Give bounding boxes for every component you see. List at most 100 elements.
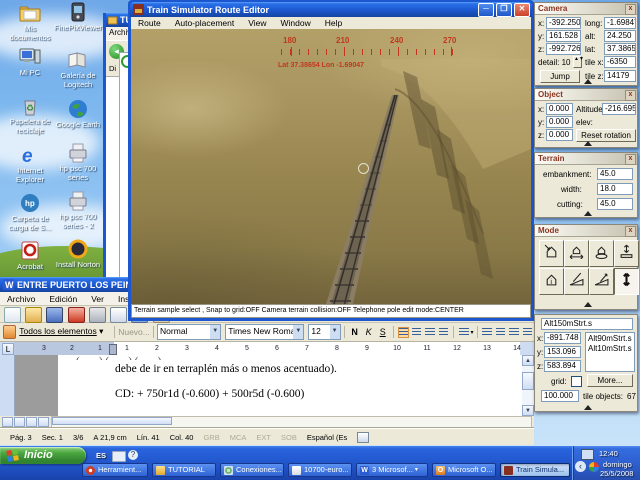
print-view-button[interactable]	[26, 417, 37, 427]
embankment-field[interactable]: 45.0	[597, 168, 633, 180]
grid-checkbox[interactable]	[571, 376, 582, 387]
decrease-indent-button[interactable]	[509, 328, 518, 337]
mode-object-info-button[interactable]: i	[539, 268, 564, 295]
task-10700-euro[interactable]: 10700-euro...	[288, 463, 352, 477]
close-button[interactable]: ✕	[514, 3, 530, 17]
object-x-field[interactable]: 0.000	[546, 103, 573, 115]
mode-place-object-button[interactable]	[539, 240, 564, 267]
increase-indent-button[interactable]	[523, 328, 532, 337]
minimize-button[interactable]: ─	[478, 3, 494, 17]
open-icon[interactable]	[25, 307, 42, 323]
panel-collapse-arrow[interactable]	[584, 405, 592, 410]
menu-archivo[interactable]: Archivo	[0, 292, 42, 305]
language-indicator[interactable]: ES	[96, 451, 106, 460]
scroll-down-arrow[interactable]: ▼	[522, 405, 534, 416]
placement-z-field[interactable]: 583.894	[544, 360, 581, 372]
placement-y-field[interactable]: 153.096	[544, 346, 581, 358]
detail-spinner[interactable]: ▲▼	[573, 56, 582, 68]
close-icon[interactable]: x	[625, 4, 636, 15]
placement-x-field[interactable]: -891.748	[544, 332, 581, 344]
horizontal-scrollbar[interactable]	[51, 416, 532, 428]
underline-button[interactable]: S	[376, 325, 390, 339]
tab-selector[interactable]: L	[2, 343, 14, 355]
panel-collapse-arrow[interactable]	[584, 141, 592, 146]
camera-alt-field[interactable]: 24.250	[604, 30, 636, 42]
camera-lat-field[interactable]: 37.3865	[604, 43, 636, 55]
desktop-icon-hp-psc-2[interactable]: hp psc 700 series - 2	[52, 190, 104, 230]
task-train-simulator[interactable]: Train Simula...	[500, 463, 570, 477]
camera-y-field[interactable]: 161.528	[546, 30, 581, 42]
close-icon[interactable]: x	[625, 90, 636, 101]
web-view-button[interactable]	[14, 417, 25, 427]
indent-marker[interactable]	[109, 344, 117, 355]
menu-view[interactable]: View	[241, 17, 273, 29]
desktop-icon-galeria-logitech[interactable]: Galería de Logitech	[52, 49, 104, 89]
scroll-up-arrow[interactable]: ▲	[522, 355, 534, 366]
align-justify-button[interactable]	[439, 328, 448, 337]
scrollbar-thumb[interactable]	[522, 372, 534, 390]
italic-button[interactable]: K	[362, 325, 376, 339]
bold-button[interactable]: N	[348, 325, 362, 339]
scale-field[interactable]: 100.000	[541, 390, 579, 402]
desktop-icon-install-norton[interactable]: Install Norton	[52, 238, 104, 270]
help-icon[interactable]: ?	[128, 450, 138, 460]
numbered-list-button[interactable]	[482, 328, 491, 337]
save-icon[interactable]	[46, 307, 63, 323]
close-icon[interactable]: x	[625, 154, 636, 165]
keyboard-icon[interactable]	[112, 451, 126, 462]
camera-tilez-field[interactable]: 14179	[604, 70, 636, 82]
desktop-icon-google-earth[interactable]: Google Earth	[52, 98, 104, 130]
desktop-icon-finepixviewer[interactable]: FinePixViewer	[52, 1, 104, 33]
menu-route[interactable]: Route	[131, 17, 168, 29]
task-outlook[interactable]: O Microsoft O...	[432, 463, 496, 477]
camera-z-field[interactable]: -992.726	[546, 43, 581, 55]
mode-rotate-object-button[interactable]	[589, 240, 614, 267]
vertical-ruler[interactable]	[0, 355, 15, 416]
panel-collapse-arrow[interactable]	[584, 302, 592, 307]
desktop-icon-mis-documentos[interactable]: Mis documentos	[4, 2, 56, 42]
align-right-button[interactable]	[425, 328, 434, 337]
ts-3d-viewport[interactable]: 180 210 240 270 Lat 37.38654 Lon -1.6904…	[131, 29, 531, 304]
display-tray-icon[interactable]	[581, 449, 594, 460]
desktop-icon-carpeta-carga[interactable]: hp Carpeta de carga de S...	[4, 192, 56, 232]
print-preview-icon[interactable]	[110, 307, 127, 323]
jump-button[interactable]: Jump	[540, 70, 580, 83]
bullet-list-button[interactable]	[496, 328, 505, 337]
maximize-button[interactable]: ❐	[496, 3, 512, 17]
current-object-field[interactable]: Alt150mStrt.s	[541, 318, 633, 330]
mode-terrain-height-button[interactable]	[614, 268, 639, 295]
desktop-icon-internet-explorer[interactable]: e Internet Explorer	[4, 144, 56, 184]
reviewing-pane-icon[interactable]	[3, 325, 16, 339]
align-center-button[interactable]	[412, 328, 421, 337]
menu-help[interactable]: Help	[318, 17, 349, 29]
new-document-icon[interactable]	[4, 307, 21, 323]
close-icon[interactable]: x	[625, 226, 636, 237]
cutting-field[interactable]: 45.0	[597, 198, 633, 210]
vertical-scrollbar[interactable]: ▲ ▼	[522, 355, 534, 416]
show-markup-dropdown[interactable]: Todos los elementos ▾	[17, 325, 111, 339]
panel-collapse-arrow[interactable]	[584, 211, 592, 216]
new-comment-button[interactable]: Nuevo...	[118, 327, 150, 337]
normal-view-button[interactable]	[2, 417, 13, 427]
style-combo[interactable]: Normal▼	[157, 324, 221, 340]
camera-long-field[interactable]: -1.69847	[604, 17, 636, 29]
outline-view-button[interactable]	[38, 417, 49, 427]
mode-move-object-button[interactable]	[564, 240, 589, 267]
document-page[interactable]: ( ..... ) ( ..... ) ( ..... ) debe de ir…	[58, 355, 522, 416]
object-z-field[interactable]: 0.000	[546, 129, 573, 141]
google-swirl-tray-icon[interactable]	[589, 462, 599, 472]
list-item[interactable]: Alt90mStrt.s	[586, 333, 634, 344]
camera-x-field[interactable]: -392.250	[546, 17, 581, 29]
width-field[interactable]: 18.0	[597, 183, 633, 195]
mode-terrain-smooth-button[interactable]	[589, 268, 614, 295]
desktop-icon-acrobat[interactable]: Acrobat	[4, 240, 56, 272]
pdf-icon[interactable]	[68, 307, 85, 323]
camera-tilex-field[interactable]: -6350	[604, 56, 636, 68]
desktop-icon-papelera[interactable]: ♻ Papelera de reciclaje	[4, 95, 56, 135]
task-tutorial[interactable]: TUTORIAL	[152, 463, 216, 477]
task-word-group[interactable]: W 3 Microsof...▾	[356, 463, 428, 477]
font-size-combo[interactable]: 12▼	[308, 324, 340, 340]
desktop-icon-hp-psc[interactable]: hp psc 700 series	[52, 142, 104, 182]
menu-edicion[interactable]: Edición	[42, 292, 84, 305]
start-button[interactable]: Inicio	[0, 447, 86, 464]
